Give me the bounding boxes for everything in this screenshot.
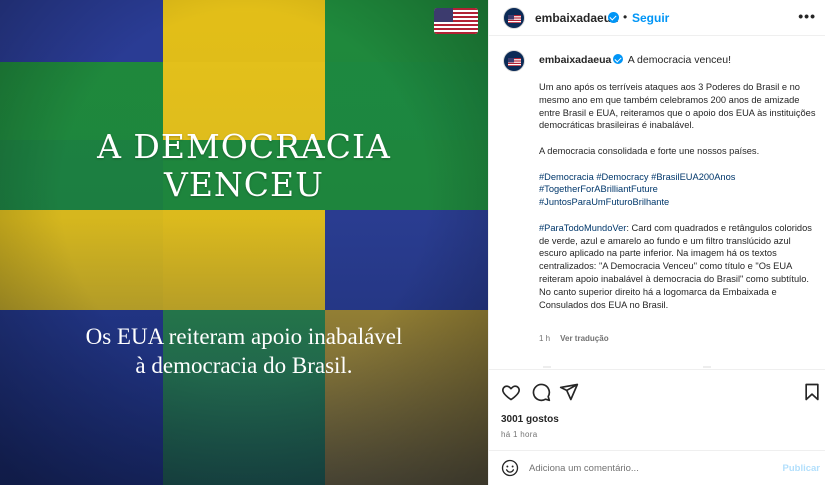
hashtag-link[interactable]: #Democracy <box>596 172 648 182</box>
verified-badge-icon <box>613 54 624 64</box>
comment-box: Publicar <box>489 450 825 485</box>
caption-text: Um ano após os terríveis ataques aos 3 P… <box>539 81 819 324</box>
separator-dot: • <box>623 10 628 24</box>
caption-headline: A democracia venceu! <box>627 54 732 66</box>
post-header: embaixadaeua • Seguir ••• <box>489 0 825 36</box>
card-subtitle: Os EUA reiteram apoio inabalável à democ… <box>0 322 488 380</box>
divider <box>543 366 711 368</box>
card-subtitle-line-1: Os EUA reiteram apoio inabalável <box>85 324 403 349</box>
likes-count[interactable]: 3001 gostos <box>501 414 559 425</box>
comment-icon[interactable] <box>531 382 551 402</box>
follow-button[interactable]: Seguir <box>632 11 669 25</box>
post-actions <box>489 378 825 408</box>
hashtag-link[interactable]: #Democracia <box>539 172 594 182</box>
caption-paragraph-1: Um ano após os terríveis ataques aos 3 P… <box>539 82 816 131</box>
card-title: A DEMOCRACIA VENCEU <box>0 128 488 204</box>
alt-text: : Card com quadrados e retângulos colori… <box>539 222 812 310</box>
hashtag-link[interactable]: #ParaTodoMundoVer <box>539 223 626 233</box>
more-options-icon[interactable]: ••• <box>798 8 816 24</box>
caption-area[interactable]: embaixadaeua A democracia venceu! Um ano… <box>489 36 825 370</box>
card-title-line-2: VENCEU <box>164 165 324 204</box>
heart-icon[interactable] <box>501 382 521 402</box>
us-flag-icon <box>508 58 521 66</box>
hashtag-link[interactable]: #JuntosParaUmFuturoBrilhante <box>539 196 819 209</box>
caption-avatar[interactable] <box>503 50 525 72</box>
caption-time: 1 h <box>539 334 551 343</box>
caption-username[interactable]: embaixadaeua <box>539 54 611 66</box>
caption-head: embaixadaeua A democracia venceu! <box>539 54 731 66</box>
emoji-icon[interactable] <box>501 459 519 477</box>
hashtag-link[interactable]: #TogetherForABrilliantFuture <box>539 183 819 196</box>
verified-badge-icon <box>608 12 619 23</box>
translate-link[interactable]: Ver tradução <box>560 334 608 343</box>
header-username[interactable]: embaixadaeua <box>535 11 618 25</box>
flag-color-blocks <box>0 0 488 485</box>
post-image[interactable]: A DEMOCRACIA VENCEU Os EUA reiteram apoi… <box>0 0 488 485</box>
caption-meta: 1 h Ver tradução <box>539 334 609 343</box>
us-flag-icon <box>434 8 478 34</box>
caption-paragraph-2: A democracia consolidada e forte une nos… <box>539 145 760 156</box>
caption-alt-description: #ParaTodoMundoVer: Card com quadrados e … <box>539 222 819 312</box>
post-time: há 1 hora <box>501 430 538 439</box>
post-side-panel: embaixadaeua • Seguir ••• embaixadaeua A… <box>488 0 825 485</box>
hashtag-link[interactable]: #BrasilEUA200Anos <box>651 172 735 182</box>
card-title-line-1: A DEMOCRACIA <box>97 127 391 166</box>
caption-hashtags: #Democracia #Democracy #BrasilEUA200Anos… <box>539 171 819 209</box>
us-flag-icon <box>508 15 521 23</box>
card-subtitle-line-2: à democracia do Brasil. <box>135 353 353 378</box>
publish-button[interactable]: Publicar <box>783 463 821 474</box>
comment-input[interactable] <box>529 459 769 477</box>
share-icon[interactable] <box>559 382 579 402</box>
avatar[interactable] <box>503 7 525 29</box>
bookmark-icon[interactable] <box>802 382 822 402</box>
